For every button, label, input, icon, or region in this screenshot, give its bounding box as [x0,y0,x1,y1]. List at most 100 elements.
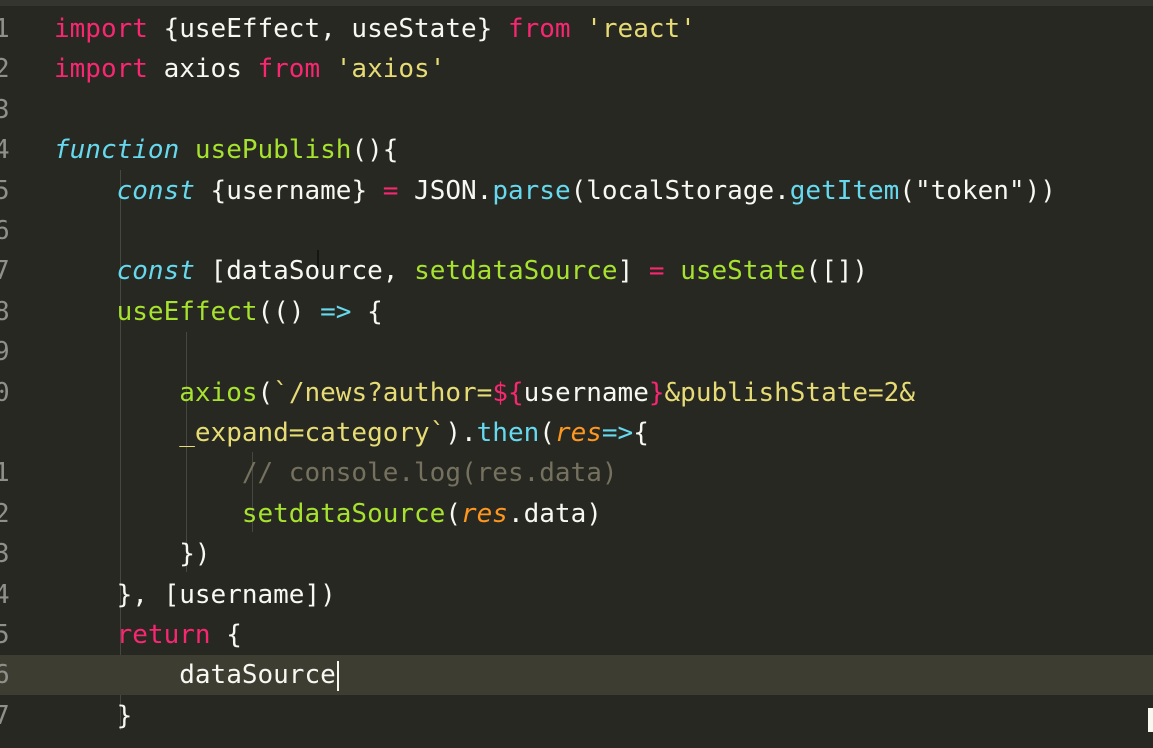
code-token: { [633,418,649,448]
code-line[interactable]: 5 const {username} = JSON.parse(localSto… [0,171,1153,211]
line-number: 4 [0,579,10,610]
code-token: setdataSource [241,498,446,529]
code-token: usePublish [194,135,352,166]
code-text[interactable]: }, [username]) [54,575,336,615]
code-token: [dataSource, [194,256,415,287]
code-text[interactable]: const {username} = JSON.parse(localStora… [54,171,1056,211]
code-token: => [601,418,634,448]
line-number: 6 [0,216,10,246]
code-token: from [507,14,571,44]
code-token: username [523,377,649,408]
code-token: useState [680,256,806,287]
code-line[interactable]: 6 [0,211,1153,251]
code-text[interactable]: axios(`/news?author=${username}&publishS… [54,373,915,413]
code-line[interactable]: 6 dataSource [0,655,1153,696]
code-text[interactable]: dataSource [54,655,339,695]
code-token: function [54,135,180,166]
code-text[interactable]: } [54,696,133,736]
code-token: JSON. [398,175,493,206]
code-token: setdataSource [414,256,618,287]
code-token: (localStorage. [570,175,790,206]
code-token: res [554,418,602,448]
code-token: .data) [507,498,602,529]
code-token: { [351,296,383,327]
code-text[interactable]: setdataSource(res.data) [54,494,602,534]
code-line[interactable]: 1 // console.log(res.data) [0,453,1153,493]
code-token: = [382,175,399,206]
code-text[interactable]: import {useEffect, useState} from 'react… [54,9,696,49]
code-text[interactable]: function usePublish(){ [54,130,398,170]
code-line[interactable]: 2 import axios from 'axios' [0,49,1153,89]
code-token: ( [445,498,461,529]
code-text[interactable]: }) [54,534,210,574]
code-token: } [116,700,133,731]
code-token: import [54,54,148,85]
code-line[interactable]: 4 }, [username]) [0,575,1153,615]
code-token: {useEffect, useState} [147,14,508,44]
scroll-marker [1148,708,1153,732]
code-line[interactable]: 1 import {useEffect, useState} from 'reac… [0,9,1153,49]
code-token: getItem [789,175,900,206]
code-line[interactable]: 3 [0,90,1153,130]
code-token: res [461,498,508,529]
code-text[interactable]: _expand=category`).then(res=>{ [54,413,649,453]
code-token: ("token")) [899,175,1056,206]
text-caret [336,660,339,691]
code-line[interactable]: 4 function usePublish(){ [0,130,1153,170]
code-text[interactable]: return { [54,615,242,655]
code-token: &publishState=2& [664,377,915,408]
code-token: (){ [351,135,399,166]
code-token: ). [445,418,477,448]
code-text[interactable]: const [dataSource, setdataSource] = useS… [54,251,868,291]
code-line[interactable]: 0 axios(`/news?author=${username}&publis… [0,373,1153,413]
code-line[interactable]: 7 } [0,696,1153,736]
code-line[interactable]: _expand=category`).then(res=>{ [0,413,1153,453]
code-token: `/news?author= [273,377,493,408]
code-token: return [116,620,211,650]
code-token: import [54,14,148,44]
code-token: => [320,296,352,327]
code-line[interactable]: 3 }) [0,534,1153,574]
code-token: ${ [492,377,524,408]
code-line[interactable]: 2 setdataSource(res.data) [0,494,1153,534]
code-editor[interactable]: 1 import {useEffect, useState} from 'reac… [0,0,1153,748]
code-line[interactable]: 9 [0,332,1153,372]
code-token: { [210,620,242,650]
line-number: 5 [0,620,10,650]
code-token: (() [257,296,321,327]
code-token: from [257,54,321,85]
line-number: 3 [0,94,10,125]
code-token: then [476,418,540,448]
code-line[interactable]: 5 return { [0,615,1153,655]
line-number: 0 [0,377,10,408]
code-token: // console.log(res.data) [241,458,618,489]
code-token: axios [179,377,258,408]
code-line[interactable]: 7 const [dataSource, setdataSource] = us… [0,251,1153,291]
code-token: 'react' [586,14,696,44]
line-number: 3 [0,539,10,570]
line-number: 2 [0,498,10,529]
code-token: axios [147,54,258,85]
editor-tab-strip [0,0,1153,6]
code-text[interactable]: import axios from 'axios' [54,49,445,89]
code-line[interactable]: 8 useEffect(() => { [0,292,1153,332]
line-number: 7 [0,256,10,287]
code-token: } [648,377,665,408]
code-text[interactable]: // console.log(res.data) [54,453,618,493]
code-token: _expand=category` [179,418,446,448]
code-text[interactable]: useEffect(() => { [54,292,383,332]
code-token: const [116,256,195,287]
line-number: 2 [0,54,10,85]
